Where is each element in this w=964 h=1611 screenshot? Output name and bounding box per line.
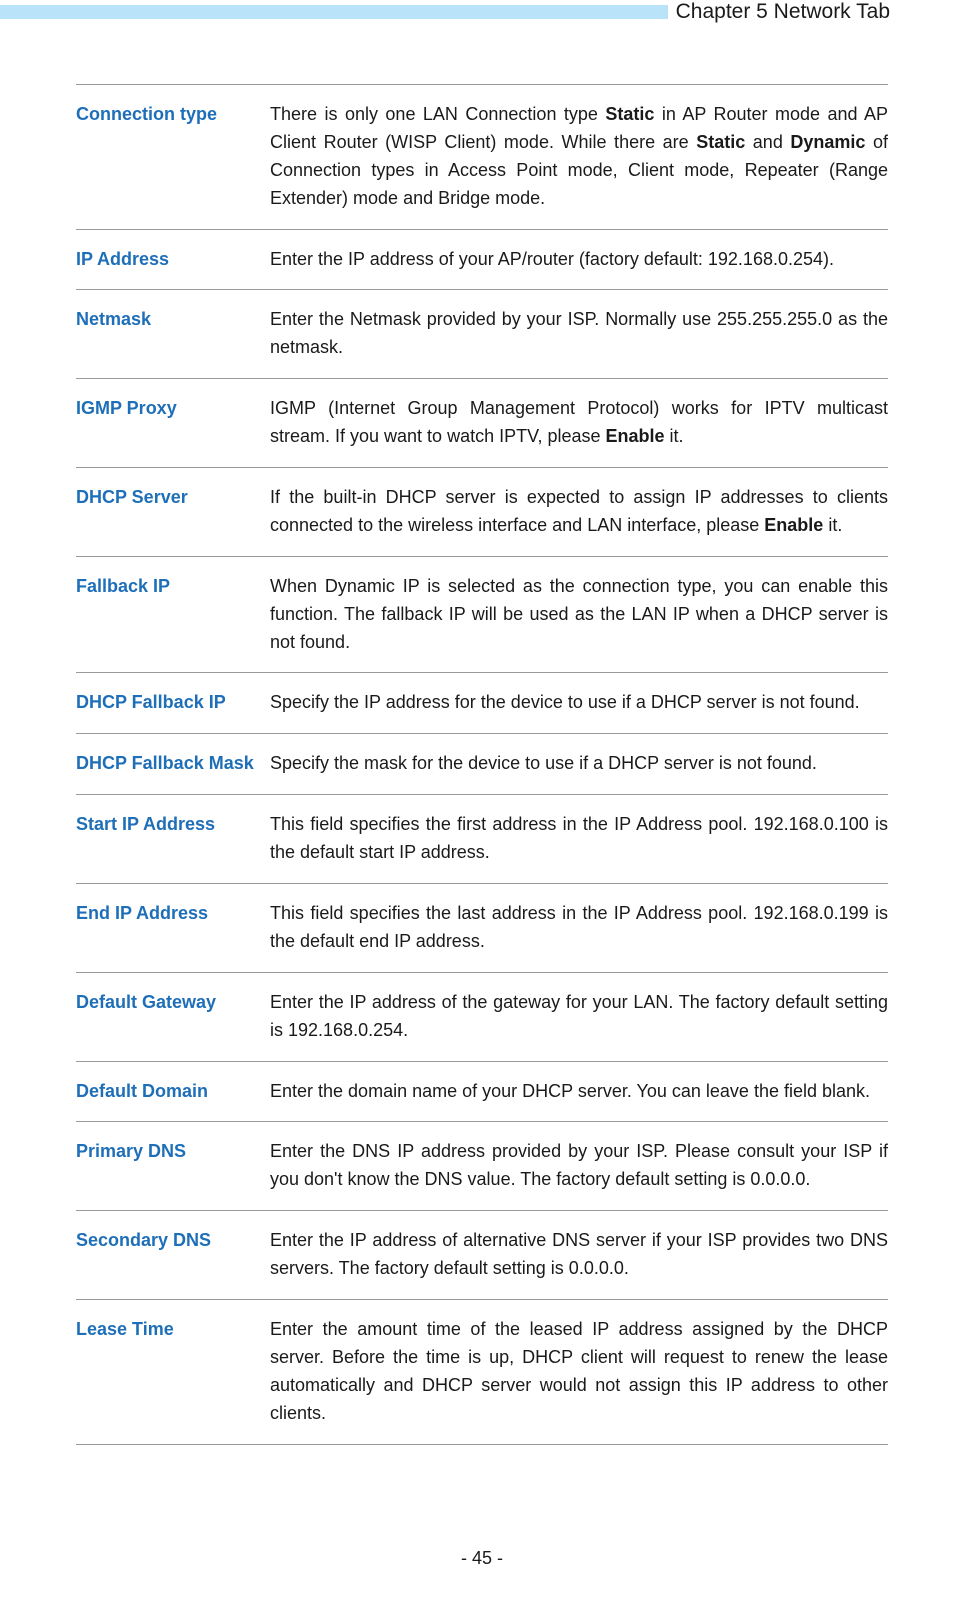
table-row: Start IP AddressThis field specifies the… (76, 794, 888, 883)
table-row: Default DomainEnter the domain name of y… (76, 1061, 888, 1122)
row-description: Enter the IP address of your AP/router (… (270, 246, 888, 274)
row-description: Enter the IP address of alternative DNS … (270, 1227, 888, 1283)
row-description: When Dynamic IP is selected as the conne… (270, 573, 888, 657)
row-label: DHCP Fallback IP (76, 689, 270, 717)
row-label: DHCP Server (76, 484, 270, 540)
chapter-title: Chapter 5 Network Tab (676, 0, 964, 24)
table-row: IP AddressEnter the IP address of your A… (76, 229, 888, 290)
row-description: This field specifies the last address in… (270, 900, 888, 956)
page-number: - 45 - (0, 1548, 964, 1569)
row-label: Netmask (76, 306, 270, 362)
row-label: Lease Time (76, 1316, 270, 1428)
table-row: NetmaskEnter the Netmask provided by you… (76, 289, 888, 378)
row-description: This field specifies the first address i… (270, 811, 888, 867)
row-description: There is only one LAN Connection type St… (270, 101, 888, 213)
table-row: Connection typeThere is only one LAN Con… (76, 84, 888, 229)
row-label: IGMP Proxy (76, 395, 270, 451)
table-row: DHCP Fallback MaskSpecify the mask for t… (76, 733, 888, 794)
row-label: Secondary DNS (76, 1227, 270, 1283)
page-header: Chapter 5 Network Tab (0, 0, 964, 24)
row-description: Enter the DNS IP address provided by you… (270, 1138, 888, 1194)
row-description: Enter the IP address of the gateway for … (270, 989, 888, 1045)
row-description: IGMP (Internet Group Management Protocol… (270, 395, 888, 451)
row-description: If the built-in DHCP server is expected … (270, 484, 888, 540)
row-description: Specify the mask for the device to use i… (270, 750, 888, 778)
header-accent-line (0, 5, 668, 19)
row-label: Connection type (76, 101, 270, 213)
table-row: End IP AddressThis field specifies the l… (76, 883, 888, 972)
row-label: Start IP Address (76, 811, 270, 867)
row-label: Default Domain (76, 1078, 270, 1106)
table-row: Default GatewayEnter the IP address of t… (76, 972, 888, 1061)
row-label: Primary DNS (76, 1138, 270, 1194)
table-row: Primary DNSEnter the DNS IP address prov… (76, 1121, 888, 1210)
row-label: IP Address (76, 246, 270, 274)
table-row: Secondary DNSEnter the IP address of alt… (76, 1210, 888, 1299)
table-row: IGMP ProxyIGMP (Internet Group Managemen… (76, 378, 888, 467)
table-row: Fallback IPWhen Dynamic IP is selected a… (76, 556, 888, 673)
table-row: DHCP ServerIf the built-in DHCP server i… (76, 467, 888, 556)
row-description: Specify the IP address for the device to… (270, 689, 888, 717)
row-label: End IP Address (76, 900, 270, 956)
row-label: Default Gateway (76, 989, 270, 1045)
row-description: Enter the Netmask provided by your ISP. … (270, 306, 888, 362)
table-row: DHCP Fallback IPSpecify the IP address f… (76, 672, 888, 733)
table-row: Lease TimeEnter the amount time of the l… (76, 1299, 888, 1445)
row-label: Fallback IP (76, 573, 270, 657)
definition-table: Connection typeThere is only one LAN Con… (76, 84, 888, 1445)
row-description: Enter the amount time of the leased IP a… (270, 1316, 888, 1428)
row-label: DHCP Fallback Mask (76, 750, 270, 778)
row-description: Enter the domain name of your DHCP serve… (270, 1078, 888, 1106)
